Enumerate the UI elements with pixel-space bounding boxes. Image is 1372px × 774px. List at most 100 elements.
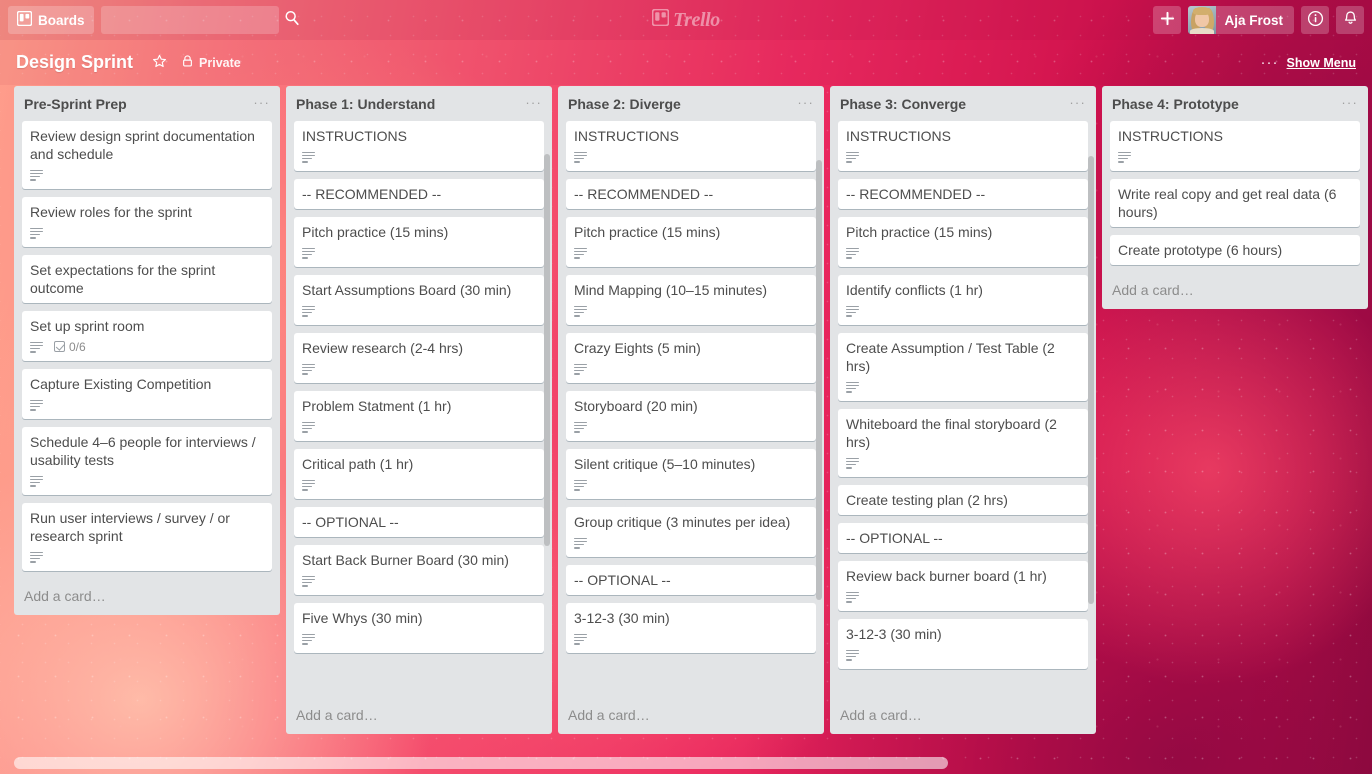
card[interactable]: INSTRUCTIONS [566, 121, 816, 171]
list-menu-button[interactable]: ··· [247, 96, 272, 113]
card[interactable]: Set expectations for the sprint outcome [22, 255, 272, 303]
card[interactable]: Group critique (3 minutes per idea) [566, 507, 816, 557]
list-cards[interactable]: INSTRUCTIONS -- RECOMMENDED -- Pitch pract… [830, 121, 1096, 698]
card[interactable]: Storyboard (20 min) [566, 391, 816, 441]
list-cards[interactable]: INSTRUCTIONS -- RECOMMENDED -- Pitch pract… [558, 121, 824, 698]
card-badges [302, 572, 536, 589]
card[interactable]: Crazy Eights (5 min) [566, 333, 816, 383]
card[interactable]: Pitch practice (15 mins) [566, 217, 816, 267]
card[interactable]: Review design sprint documentation and s… [22, 121, 272, 189]
card[interactable]: Mind Mapping (10–15 minutes) [566, 275, 816, 325]
list-cards[interactable]: INSTRUCTIONS Write real copy and get real… [1102, 121, 1368, 273]
card[interactable]: 3-12-3 (30 min) [838, 619, 1088, 669]
list-vertical-scrollbar[interactable] [1088, 156, 1094, 604]
list[interactable]: Phase 1: Understand ··· INSTRUCTIONS -- REC… [286, 86, 552, 734]
star-board-button[interactable] [145, 49, 174, 77]
description-badge [30, 227, 43, 239]
list-title[interactable]: Phase 2: Diverge [568, 96, 791, 112]
notifications-button[interactable] [1336, 6, 1364, 34]
search-input[interactable] [107, 12, 284, 28]
add-a-card-button[interactable]: Add a card… [830, 698, 1096, 734]
list-title[interactable]: Phase 1: Understand [296, 96, 519, 112]
lists-container[interactable]: Pre-Sprint Prep ··· Review design sprint d… [0, 86, 1372, 738]
add-a-card-button[interactable]: Add a card… [558, 698, 824, 734]
card-badges [574, 148, 808, 165]
card-title: -- OPTIONAL -- [574, 572, 671, 588]
description-badge [302, 247, 315, 259]
search-icon[interactable] [284, 10, 300, 31]
list[interactable]: Phase 4: Prototype ··· INSTRUCTIONS Write r… [1102, 86, 1368, 309]
description-badge [574, 633, 587, 645]
card[interactable]: Create Assumption / Test Table (2 hrs) [838, 333, 1088, 401]
card[interactable]: Whiteboard the final storyboard (2 hrs) [838, 409, 1088, 477]
list[interactable]: Phase 2: Diverge ··· INSTRUCTIONS -- RECOMM… [558, 86, 824, 734]
card[interactable]: INSTRUCTIONS [838, 121, 1088, 171]
card[interactable]: -- OPTIONAL -- [566, 565, 816, 595]
description-icon [302, 151, 315, 163]
card[interactable]: Review back burner board (1 hr) [838, 561, 1088, 611]
card[interactable]: INSTRUCTIONS [294, 121, 544, 171]
card[interactable]: -- RECOMMENDED -- [566, 179, 816, 209]
list-menu-button[interactable]: ··· [791, 96, 816, 113]
list-cards[interactable]: Review design sprint documentation and s… [14, 121, 280, 579]
list-menu-button[interactable]: ··· [1335, 96, 1360, 113]
card-title: Silent critique (5–10 minutes) [574, 456, 756, 472]
card-badges [574, 476, 808, 493]
card-title: Set expectations for the sprint outcome [30, 262, 216, 296]
list-menu-button[interactable]: ··· [519, 96, 544, 113]
card[interactable]: Start Assumptions Board (30 min) [294, 275, 544, 325]
board-overflow-menu[interactable]: ··· [1261, 55, 1279, 70]
list-vertical-scrollbar[interactable] [544, 154, 550, 546]
card[interactable]: Silent critique (5–10 minutes) [566, 449, 816, 499]
member-menu-button[interactable]: Aja Frost [1188, 6, 1294, 34]
add-a-card-button[interactable]: Add a card… [286, 698, 552, 734]
board-visibility-button[interactable]: Private [174, 49, 248, 76]
list[interactable]: Pre-Sprint Prep ··· Review design sprint d… [14, 86, 280, 615]
list-cards[interactable]: INSTRUCTIONS -- RECOMMENDED -- Pitch pract… [286, 121, 552, 698]
card[interactable]: Start Back Burner Board (30 min) [294, 545, 544, 595]
card[interactable]: Critical path (1 hr) [294, 449, 544, 499]
card[interactable]: Write real copy and get real data (6 hou… [1110, 179, 1360, 227]
card[interactable]: -- RECOMMENDED -- [294, 179, 544, 209]
card[interactable]: -- RECOMMENDED -- [838, 179, 1088, 209]
card[interactable]: Schedule 4–6 people for interviews / usa… [22, 427, 272, 495]
add-a-card-button[interactable]: Add a card… [14, 579, 280, 615]
card[interactable]: Identify conflicts (1 hr) [838, 275, 1088, 325]
card[interactable]: Pitch practice (15 mins) [838, 217, 1088, 267]
search-box[interactable] [100, 6, 299, 34]
card-title: Review research (2-4 hrs) [302, 340, 464, 356]
description-icon [574, 633, 587, 645]
board-title[interactable]: Design Sprint [16, 52, 133, 73]
card[interactable]: -- OPTIONAL -- [294, 507, 544, 537]
card[interactable]: Set up sprint room 0/6 [22, 311, 272, 361]
card[interactable]: Review research (2-4 hrs) [294, 333, 544, 383]
card[interactable]: Capture Existing Competition [22, 369, 272, 419]
boards-button[interactable]: Boards [8, 6, 94, 34]
board-horizontal-scrollbar-thumb[interactable] [14, 757, 948, 769]
list-title[interactable]: Phase 4: Prototype [1112, 96, 1335, 112]
description-badge [574, 537, 587, 549]
card[interactable]: Create testing plan (2 hrs) [838, 485, 1088, 515]
list-menu-button[interactable]: ··· [1063, 96, 1088, 113]
list-vertical-scrollbar[interactable] [816, 160, 822, 600]
card[interactable]: Review roles for the sprint [22, 197, 272, 247]
card[interactable]: Five Whys (30 min) [294, 603, 544, 653]
board-horizontal-scrollbar[interactable] [0, 752, 1372, 774]
add-a-card-button[interactable]: Add a card… [1102, 273, 1368, 309]
description-badge [30, 399, 43, 411]
add-button[interactable] [1153, 6, 1182, 34]
card[interactable]: 3-12-3 (30 min) [566, 603, 816, 653]
list-title[interactable]: Phase 3: Converge [840, 96, 1063, 112]
list[interactable]: Phase 3: Converge ··· INSTRUCTIONS -- RECOM… [830, 86, 1096, 734]
card[interactable]: Create prototype (6 hours) [1110, 235, 1360, 265]
card-title: Problem Statment (1 hr) [302, 398, 452, 414]
info-button[interactable] [1301, 6, 1329, 34]
show-menu-link[interactable]: Show Menu [1287, 56, 1356, 70]
list-title[interactable]: Pre-Sprint Prep [24, 96, 247, 112]
card[interactable]: -- OPTIONAL -- [838, 523, 1088, 553]
card[interactable]: INSTRUCTIONS [1110, 121, 1360, 171]
card[interactable]: Pitch practice (15 mins) [294, 217, 544, 267]
description-badge [302, 479, 315, 491]
card[interactable]: Run user interviews / survey / or resear… [22, 503, 272, 571]
card[interactable]: Problem Statment (1 hr) [294, 391, 544, 441]
